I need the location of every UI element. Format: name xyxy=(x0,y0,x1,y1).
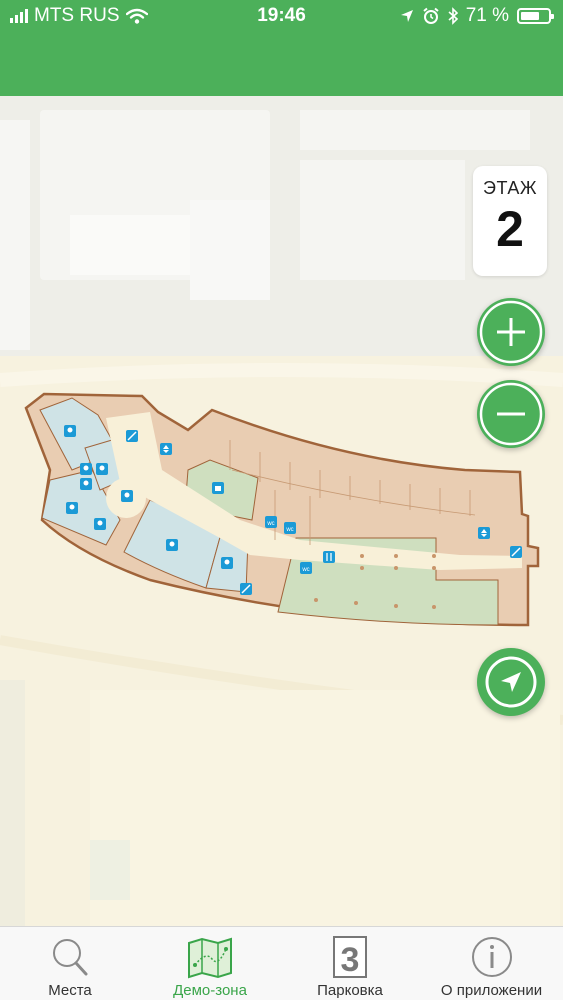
tab-places[interactable]: Места xyxy=(0,927,140,1000)
plus-icon xyxy=(479,300,543,364)
floor-label: ЭТАЖ xyxy=(483,178,537,198)
bg-building xyxy=(190,200,270,300)
bluetooth-icon xyxy=(448,7,458,25)
bg-block xyxy=(90,690,560,926)
tab-bar: Места Демо-зона 3 Парковка О приложении xyxy=(0,926,563,1000)
pin-icon[interactable] xyxy=(64,425,76,437)
tab-demo-zone[interactable]: Демо-зона xyxy=(140,927,280,1000)
zoom-in-button[interactable] xyxy=(477,298,545,366)
minus-icon xyxy=(479,382,543,446)
pin-icon[interactable] xyxy=(80,478,92,490)
svg-text:wc: wc xyxy=(266,521,274,527)
pin-icon[interactable] xyxy=(121,490,133,502)
pin-icon[interactable] xyxy=(80,463,92,475)
pin-icon[interactable] xyxy=(221,557,233,569)
bg-building xyxy=(90,840,130,900)
escalator-icon[interactable] xyxy=(510,546,522,558)
alarm-icon xyxy=(423,7,439,24)
elevator-icon[interactable] xyxy=(478,527,490,539)
location-arrow-icon xyxy=(400,10,413,22)
battery-icon xyxy=(517,8,554,24)
svg-text:wc: wc xyxy=(285,527,293,533)
elevator-icon[interactable] xyxy=(160,443,172,455)
wc-icon[interactable]: wc xyxy=(284,522,296,534)
status-right: 71 % xyxy=(400,4,554,28)
pin-icon[interactable] xyxy=(96,463,108,475)
tab-label: Демо-зона xyxy=(173,982,247,999)
shop-icon[interactable] xyxy=(212,482,224,494)
pin-icon[interactable] xyxy=(166,539,178,551)
parking-number: 3 xyxy=(341,941,360,979)
zoom-out-button[interactable] xyxy=(477,380,545,448)
info-icon xyxy=(471,937,512,977)
tab-label: Места xyxy=(48,982,92,999)
bg-building xyxy=(300,110,530,150)
locate-button[interactable] xyxy=(477,648,545,716)
bg-building xyxy=(0,680,25,926)
pin-icon[interactable] xyxy=(66,502,78,514)
tab-about[interactable]: О приложении xyxy=(420,927,563,1000)
tab-parking[interactable]: 3 Парковка xyxy=(280,927,420,1000)
escalator-icon[interactable] xyxy=(240,583,252,595)
navigation-arrow-icon xyxy=(485,656,537,708)
map-view[interactable]: wc wc wc ЭТАЖ 2 xyxy=(0,96,563,926)
tab-label: Парковка xyxy=(317,982,383,999)
wc-icon[interactable]: wc xyxy=(300,562,312,574)
bg-building xyxy=(0,120,30,350)
map-icon xyxy=(188,937,232,979)
restaurant-icon[interactable] xyxy=(323,551,335,563)
search-icon xyxy=(53,939,88,976)
parking-number-icon: 3 xyxy=(333,936,367,979)
floor-number: 2 xyxy=(496,201,524,257)
escalator-icon[interactable] xyxy=(126,430,138,442)
wc-icon[interactable]: wc xyxy=(265,516,277,528)
svg-text:wc: wc xyxy=(301,567,309,573)
battery-percent: 71 % xyxy=(465,5,509,26)
status-bar: MTS RUS 19:46 71 % xyxy=(0,0,563,96)
bg-building xyxy=(300,160,465,280)
floor-selector[interactable]: ЭТАЖ 2 xyxy=(473,166,547,276)
battery-level xyxy=(521,12,540,20)
tab-label: О приложении xyxy=(440,982,543,999)
pin-icon[interactable] xyxy=(94,518,106,530)
